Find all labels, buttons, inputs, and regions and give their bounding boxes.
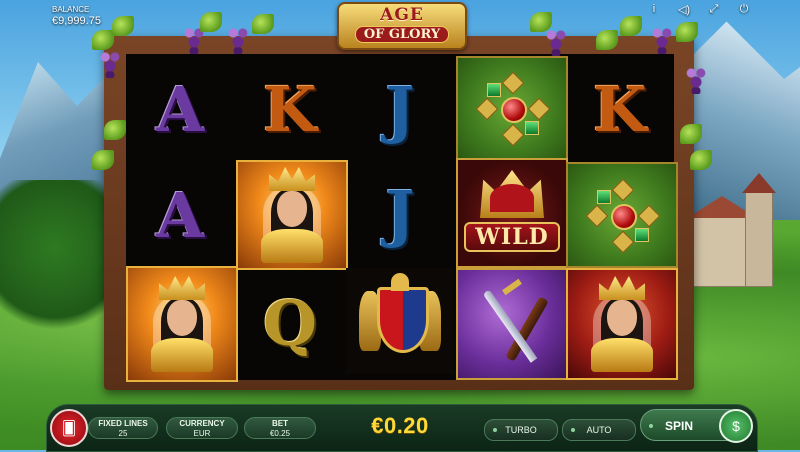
money-icon[interactable]: $ xyxy=(719,409,753,443)
grapes-decoration xyxy=(98,48,122,78)
leaf-decoration xyxy=(252,14,274,34)
leaf-decoration xyxy=(112,16,134,36)
wild-label: WILD xyxy=(464,222,560,252)
total-bet-amount: €0.20 xyxy=(371,413,429,438)
leaf-decoration xyxy=(676,22,698,42)
auto-toggle[interactable]: AUTO xyxy=(562,419,636,441)
fullscreen-icon[interactable]: ⤢ xyxy=(706,3,722,16)
logo-subtitle: OF GLORY xyxy=(354,26,450,43)
leaf-decoration xyxy=(690,150,712,170)
menu-button[interactable]: 🂠 xyxy=(50,409,88,447)
symbol-queen xyxy=(566,268,678,380)
symbol-sword xyxy=(456,268,568,380)
currency-selector[interactable]: CURRENCY EUR xyxy=(166,417,238,439)
symbol-letter-j: J xyxy=(385,176,415,250)
grapes-decoration xyxy=(684,64,708,94)
cards-icon: 🂠 xyxy=(61,419,77,436)
grapes-decoration xyxy=(650,24,674,54)
turbo-toggle[interactable]: TURBO xyxy=(484,419,558,441)
power-icon[interactable]: ⏻ xyxy=(736,3,752,16)
sound-icon[interactable]: ◁) xyxy=(676,3,692,16)
symbol-gem-brooch xyxy=(566,162,678,268)
leaf-decoration xyxy=(92,150,114,170)
tree xyxy=(0,180,110,350)
bet-selector[interactable]: BET €0.25 xyxy=(244,417,316,439)
toggle-indicator xyxy=(571,428,575,432)
symbol-gem-brooch xyxy=(456,56,568,160)
spin-indicator xyxy=(649,424,653,428)
balance-value: €9,999.75 xyxy=(52,15,101,27)
leaf-decoration xyxy=(200,12,222,32)
symbol-letter-k: K xyxy=(263,72,317,146)
symbol-letter-j: J xyxy=(385,72,415,146)
symbol-queen xyxy=(126,266,238,382)
symbol-wild: WILD xyxy=(456,158,568,268)
symbol-shield xyxy=(346,268,454,374)
leaf-decoration xyxy=(596,30,618,50)
balance-label: BALANCE xyxy=(52,5,90,14)
toggle-indicator xyxy=(493,428,497,432)
leaf-decoration xyxy=(680,124,702,144)
game-logo: AGE OF GLORY xyxy=(337,2,467,50)
top-icon-bar: i ◁) ⤢ ⏻ xyxy=(646,3,752,16)
symbol-letter-q: Q xyxy=(262,286,317,360)
fixed-lines-display: FIXED LINES 25 xyxy=(88,417,158,439)
castle xyxy=(687,173,780,287)
symbol-queen xyxy=(236,160,348,270)
info-icon[interactable]: i xyxy=(646,3,662,16)
grapes-decoration xyxy=(544,26,568,56)
symbol-letter-a: A xyxy=(155,72,205,146)
symbol-letter-a: A xyxy=(155,178,205,252)
leaf-decoration xyxy=(92,30,114,50)
leaf-decoration xyxy=(620,16,642,36)
leaf-decoration xyxy=(104,120,126,140)
grapes-decoration xyxy=(226,24,250,54)
symbol-letter-k: K xyxy=(593,72,647,146)
logo-title: AGE xyxy=(380,5,424,25)
